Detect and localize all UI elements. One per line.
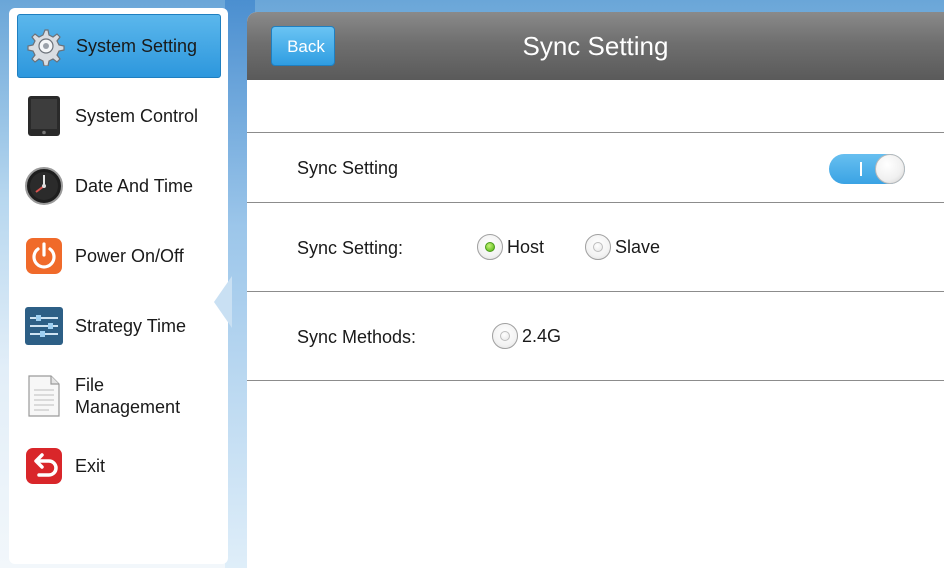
sync-methods-label: Sync Methods: [297,327,417,347]
sidebar-item-label: Date And Time [75,176,194,196]
sidebar-item-date-and-time[interactable]: Date And Time [17,154,221,218]
sync-setting-label: Sync Setting [297,158,399,178]
sync-toggle[interactable] [829,154,905,184]
toggle-knob [875,154,905,184]
sidebar-item-system-control[interactable]: System Control [17,84,221,148]
divider [247,380,944,381]
sidebar-item-label: File Management [75,375,181,417]
divider [247,291,944,292]
radio-slave[interactable]: Slave [585,234,660,260]
radio-unselected-dot [593,242,603,252]
radio-host[interactable]: Host [477,234,544,260]
title-bar: Sync Setting Back [247,12,944,80]
back-button[interactable]: Back [271,26,335,66]
sidebar-item-label: System Control [75,106,199,126]
sync-mode-label: Sync Setting: [297,238,404,258]
clock-icon [23,165,65,207]
main-panel: Sync Setting Back Sync Setting Sync Sett… [247,12,944,568]
exit-icon [23,445,65,487]
page-title: Sync Setting [522,31,669,61]
sidebar-item-power-on-off[interactable]: Power On/Off [17,224,221,288]
radio-button [477,234,503,260]
sidebar-item-label: System Setting [76,36,198,56]
gear-icon [24,25,66,67]
radio-button [585,234,611,260]
radio-slave-label: Slave [615,236,661,257]
sidebar-item-label: Power On/Off [75,246,184,266]
power-icon [23,235,65,277]
radio-2-4g-label: 2.4G [522,325,562,346]
divider [247,202,944,203]
radio-selected-dot [485,242,495,252]
sidebar-item-strategy-time[interactable]: Strategy Time [17,294,221,358]
sidebar-item-label: Exit [75,456,106,476]
sidebar: System Setting System Control Date And T… [9,8,228,564]
radio-button [492,323,518,349]
radio-host-label: Host [507,236,545,257]
radio-2-4g[interactable]: 2.4G [492,323,561,349]
sidebar-item-exit[interactable]: Exit [17,434,221,498]
tablet-icon [23,95,65,137]
toggle-on-indicator [860,162,862,176]
sidebar-item-file-management[interactable]: File Management [17,364,221,428]
radio-unselected-dot [500,331,510,341]
sidebar-item-label: Strategy Time [75,316,187,336]
sliders-icon [23,305,65,347]
document-icon [23,375,65,417]
selection-pointer [214,276,232,328]
sidebar-item-system-setting[interactable]: System Setting [17,14,221,78]
divider [247,132,944,133]
